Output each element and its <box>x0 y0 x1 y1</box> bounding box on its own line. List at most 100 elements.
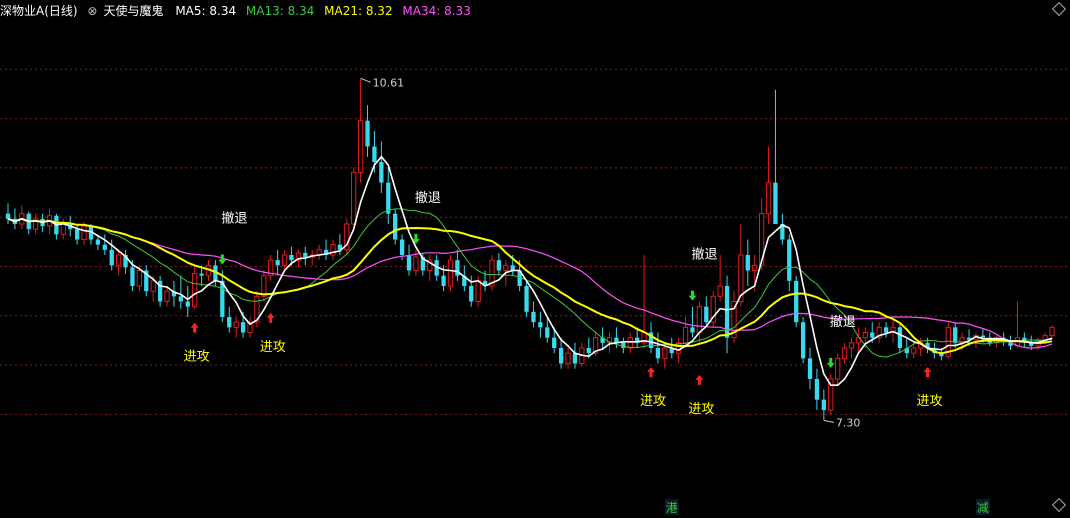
candle-body <box>164 290 170 302</box>
candle-body <box>95 239 101 245</box>
retreat-arrow <box>826 357 835 368</box>
candle-body <box>496 260 502 271</box>
retreat-label: 撤退 <box>830 314 856 330</box>
candle-body <box>303 252 308 258</box>
candle-body <box>545 327 550 338</box>
candle-body <box>275 260 280 266</box>
candle-body <box>794 280 799 323</box>
candle-body <box>773 182 778 224</box>
candle-body <box>289 255 294 261</box>
candle-body <box>558 348 564 364</box>
candle-body <box>281 254 288 266</box>
candle-body <box>227 317 232 328</box>
candle-body <box>717 285 723 297</box>
candle-body <box>74 229 80 240</box>
candle-body <box>469 286 474 302</box>
candle-body <box>1049 326 1055 337</box>
candle-body <box>372 146 377 162</box>
attack-label: 进攻 <box>688 402 714 417</box>
attack-arrow <box>266 312 275 323</box>
candle-body <box>814 379 820 400</box>
candle-body <box>150 280 156 292</box>
candle-body <box>870 332 875 338</box>
retreat-arrow <box>688 290 697 301</box>
candle-body <box>192 273 198 308</box>
candle-body <box>627 337 633 349</box>
candle-body <box>911 347 917 354</box>
attack-label: 进攻 <box>184 350 210 365</box>
candle-body <box>531 311 536 323</box>
attack-arrow <box>190 322 199 333</box>
retreat-label: 撤退 <box>691 247 717 263</box>
candle-body <box>655 348 661 359</box>
candle-body <box>379 162 384 183</box>
candle-body <box>538 322 543 328</box>
candle-body <box>807 358 813 379</box>
candle-body <box>102 244 107 250</box>
attack-label: 进攻 <box>917 394 943 409</box>
candle-body <box>980 335 986 338</box>
candle-body <box>765 182 772 215</box>
candle-body <box>787 239 792 281</box>
candle-body <box>399 239 405 255</box>
candle-body <box>953 327 958 343</box>
candle-body <box>682 326 689 344</box>
ma5-line <box>7 155 1053 386</box>
candle-body <box>393 213 398 240</box>
candle-body <box>130 267 135 286</box>
candle-body <box>503 264 509 272</box>
attack-label: 进攻 <box>260 340 286 355</box>
candle-body <box>441 275 446 286</box>
attack-arrow <box>923 367 932 378</box>
candle-body <box>81 225 87 240</box>
retreat-label: 撤退 <box>415 190 441 206</box>
candle-body <box>745 255 750 271</box>
candle-body <box>897 327 903 348</box>
attack-label: 进攻 <box>640 394 666 409</box>
candle-body <box>475 280 481 303</box>
candle-body <box>406 255 412 271</box>
attack-arrow <box>646 367 655 378</box>
candle-body <box>365 120 370 147</box>
candle-body <box>240 322 246 333</box>
candle-body <box>185 301 190 307</box>
candle-body <box>841 347 848 359</box>
candle-body <box>835 357 841 380</box>
candle-body <box>413 256 419 272</box>
ma13-line <box>7 208 1053 358</box>
candle-body <box>199 273 204 276</box>
candle-body <box>357 120 364 173</box>
candle-body <box>524 286 529 312</box>
max-price-label: 10.61 <box>373 76 405 89</box>
candle-body <box>386 182 391 214</box>
candle-body <box>178 296 183 302</box>
candle-body <box>696 306 703 333</box>
candle-body <box>821 399 826 410</box>
candle-body <box>848 342 855 349</box>
attack-arrow <box>695 374 704 385</box>
candle-body <box>572 353 578 364</box>
candle-body <box>690 327 695 333</box>
retreat-arrow <box>218 254 227 265</box>
candle-body <box>109 249 114 266</box>
candlestick-chart: 10.617.30进攻进攻进攻进攻进攻撤退撤退撤退撤退港减财 <box>0 68 1070 515</box>
candle-body <box>60 223 66 235</box>
candle-body <box>5 213 11 219</box>
candle-body <box>136 270 143 287</box>
candle-body <box>662 347 668 359</box>
candle-body <box>883 327 889 333</box>
candle-body <box>447 259 454 287</box>
min-price-label: 7.30 <box>836 416 861 429</box>
candle-body <box>115 254 122 266</box>
candle-body <box>233 321 239 328</box>
bottom-tag: 港 <box>666 501 678 515</box>
min-pointer <box>823 419 834 423</box>
candle-body <box>552 337 557 348</box>
candle-body <box>565 352 571 364</box>
candle-body <box>704 306 709 323</box>
retreat-label: 撤退 <box>221 211 247 227</box>
candle-body <box>586 348 591 354</box>
max-pointer <box>360 77 371 83</box>
candle-body <box>752 264 758 272</box>
candle-body <box>351 171 357 225</box>
